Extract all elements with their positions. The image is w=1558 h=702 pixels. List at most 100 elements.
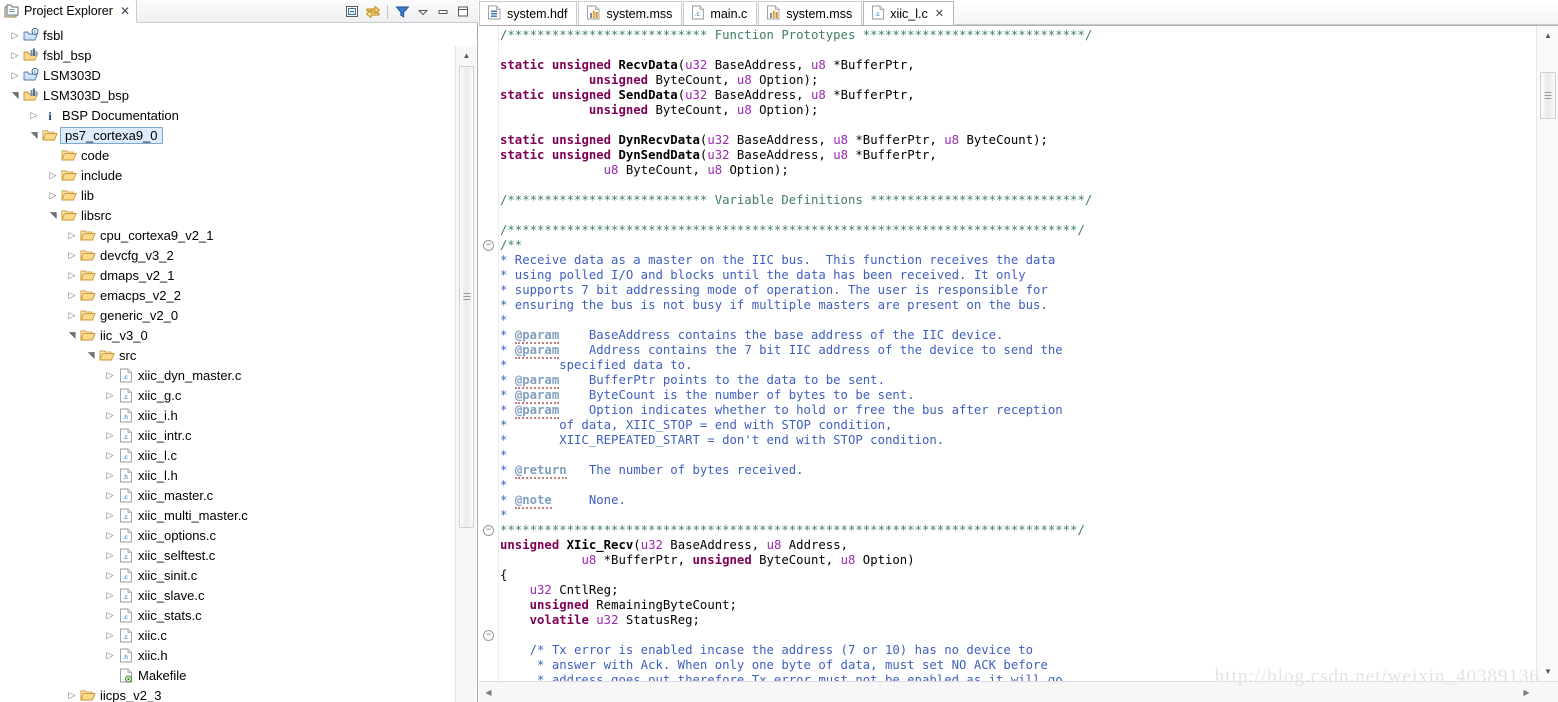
chevron-right-icon[interactable]: ▷: [103, 610, 117, 620]
c-project-icon: c: [22, 28, 39, 42]
c-file-icon: .c: [117, 628, 134, 643]
chevron-down-icon[interactable]: ◢: [86, 348, 96, 362]
chevron-down-icon[interactable]: ◢: [48, 208, 58, 222]
tree-item-include[interactable]: ▷ include: [0, 165, 455, 185]
source-code-text[interactable]: /*************************** Function Pr…: [500, 26, 1536, 681]
chevron-right-icon[interactable]: ▷: [103, 570, 117, 580]
chevron-right-icon[interactable]: ▷: [46, 190, 60, 200]
fold-collapse-icon[interactable]: [483, 630, 494, 641]
close-icon[interactable]: ✕: [935, 7, 944, 20]
editor-vertical-scrollbar[interactable]: ▲ ▼: [1536, 26, 1558, 681]
tree-item-xiic.c[interactable]: ▷ .c xiic.c: [0, 625, 455, 645]
close-icon[interactable]: ✕: [120, 4, 130, 18]
tree-item-fsbl[interactable]: ▷ c fsbl: [0, 25, 455, 45]
filter-icon[interactable]: [393, 2, 412, 21]
tree-item-xiic_l.c[interactable]: ▷ .c xiic_l.c: [0, 445, 455, 465]
tree-item-xiic_g.c[interactable]: ▷ .c xiic_g.c: [0, 385, 455, 405]
chevron-right-icon[interactable]: ▷: [103, 470, 117, 480]
minimize-icon[interactable]: [433, 2, 452, 21]
chevron-right-icon[interactable]: ▷: [65, 690, 79, 700]
h-file-icon: .h: [117, 408, 134, 423]
chevron-down-icon[interactable]: ◢: [67, 328, 77, 342]
editor-scroll-up-arrow[interactable]: ▲: [1537, 26, 1558, 45]
chevron-right-icon[interactable]: ▷: [103, 430, 117, 440]
view-menu-icon[interactable]: [413, 2, 432, 21]
chevron-down-icon[interactable]: ◢: [10, 88, 20, 102]
tree-item-xiic_multi_master.c[interactable]: ▷ .c xiic_multi_master.c: [0, 505, 455, 525]
tree-item-xiic_stats.c[interactable]: ▷ .c xiic_stats.c: [0, 605, 455, 625]
chevron-right-icon[interactable]: ▷: [103, 370, 117, 380]
chevron-right-icon[interactable]: ▷: [103, 450, 117, 460]
tree-item-iic_v3_0[interactable]: ◢ iic_v3_0: [0, 325, 455, 345]
tab-project-explorer[interactable]: Project Explorer ✕: [0, 0, 137, 23]
tree-item-xiic_slave.c[interactable]: ▷ .c xiic_slave.c: [0, 585, 455, 605]
tree-item-src[interactable]: ◢ src: [0, 345, 455, 365]
project-tree[interactable]: ▷ c fsbl ▷ fsbl_bsp ▷ c LSM303D ◢ LSM303D_bsp ▷ i BS…: [0, 23, 455, 702]
collapse-all-icon[interactable]: [343, 2, 362, 21]
fold-collapse-icon[interactable]: [483, 525, 494, 536]
tree-item-xiic_i.h[interactable]: ▷ .h xiic_i.h: [0, 405, 455, 425]
tree-item-emacps_v2_2[interactable]: ▷ emacps_v2_2: [0, 285, 455, 305]
tree-item-dmaps_v2_1[interactable]: ▷ dmaps_v2_1: [0, 265, 455, 285]
chevron-right-icon[interactable]: ▷: [27, 110, 41, 120]
tree-item-libsrc[interactable]: ◢ libsrc: [0, 205, 455, 225]
chevron-right-icon[interactable]: ▷: [103, 490, 117, 500]
chevron-right-icon[interactable]: ▷: [103, 510, 117, 520]
editor-folding-gutter[interactable]: [479, 26, 499, 681]
chevron-right-icon[interactable]: ▷: [8, 70, 22, 80]
tree-item-makefile[interactable]: Makefile: [0, 665, 455, 685]
chevron-right-icon[interactable]: ▷: [65, 290, 79, 300]
editor-tab-main-c[interactable]: .c main.c: [683, 1, 758, 25]
chevron-right-icon[interactable]: ▷: [65, 310, 79, 320]
hscroll-left-arrow[interactable]: ◀: [479, 682, 498, 702]
hscroll-right-arrow[interactable]: ▶: [1517, 682, 1536, 702]
chevron-right-icon[interactable]: ▷: [103, 530, 117, 540]
tree-item-cpu_cortexa9_v2_1[interactable]: ▷ cpu_cortexa9_v2_1: [0, 225, 455, 245]
tree-item-code[interactable]: code: [0, 145, 455, 165]
chevron-right-icon[interactable]: ▷: [8, 50, 22, 60]
editor-tab-system-mss[interactable]: system.mss: [578, 1, 683, 25]
scroll-up-arrow[interactable]: ▲: [456, 46, 477, 65]
tree-item-generic_v2_0[interactable]: ▷ generic_v2_0: [0, 305, 455, 325]
chevron-right-icon[interactable]: ▷: [103, 650, 117, 660]
chevron-right-icon[interactable]: ▷: [65, 270, 79, 280]
tree-item-xiic_master.c[interactable]: ▷ .c xiic_master.c: [0, 485, 455, 505]
chevron-down-icon[interactable]: ◢: [29, 128, 39, 142]
chevron-right-icon[interactable]: ▷: [8, 30, 22, 40]
tree-item-xiic_l.h[interactable]: ▷ .h xiic_l.h: [0, 465, 455, 485]
tree-item-xiic_options.c[interactable]: ▷ .c xiic_options.c: [0, 525, 455, 545]
tree-item-iicps_v2_3[interactable]: ▷ iicps_v2_3: [0, 685, 455, 702]
chevron-right-icon[interactable]: ▷: [65, 250, 79, 260]
tree-item-ps7_cortexa9_0[interactable]: ◢ ps7_cortexa9_0: [0, 125, 455, 145]
editor-tab-xiic_l-c[interactable]: .c xiic_l.c ✕: [863, 1, 954, 25]
tree-item-label: libsrc: [81, 207, 112, 223]
chevron-right-icon[interactable]: ▷: [103, 550, 117, 560]
tree-item-lib[interactable]: ▷ lib: [0, 185, 455, 205]
tree-item-bsp-documentation[interactable]: ▷ i BSP Documentation: [0, 105, 455, 125]
tree-item-xiic_selftest.c[interactable]: ▷ .c xiic_selftest.c: [0, 545, 455, 565]
link-with-editor-icon[interactable]: [363, 2, 382, 21]
tree-item-xiic_intr.c[interactable]: ▷ .c xiic_intr.c: [0, 425, 455, 445]
chevron-right-icon[interactable]: ▷: [46, 170, 60, 180]
tree-item-devcfg_v3_2[interactable]: ▷ devcfg_v3_2: [0, 245, 455, 265]
chevron-right-icon[interactable]: ▷: [103, 590, 117, 600]
tree-item-xiic_dyn_master.c[interactable]: ▷ .c xiic_dyn_master.c: [0, 365, 455, 385]
tree-item-lsm303d[interactable]: ▷ c LSM303D: [0, 65, 455, 85]
explorer-scroll-thumb[interactable]: [459, 66, 474, 528]
editor-tab-system-mss[interactable]: system.mss: [758, 1, 863, 25]
tree-item-fsbl_bsp[interactable]: ▷ fsbl_bsp: [0, 45, 455, 65]
chevron-right-icon[interactable]: ▷: [103, 410, 117, 420]
chevron-right-icon[interactable]: ▷: [103, 390, 117, 400]
maximize-icon[interactable]: [453, 2, 472, 21]
explorer-vertical-scrollbar[interactable]: ▲ ▼: [455, 46, 476, 702]
editor-scroll-down-arrow[interactable]: ▼: [1537, 662, 1558, 681]
fold-collapse-icon[interactable]: [483, 240, 494, 251]
tree-item-xiic.h[interactable]: ▷ .h xiic.h: [0, 645, 455, 665]
editor-horizontal-scrollbar[interactable]: ◀ ▶: [479, 681, 1558, 702]
tree-item-xiic_sinit.c[interactable]: ▷ .c xiic_sinit.c: [0, 565, 455, 585]
chevron-right-icon[interactable]: ▷: [103, 630, 117, 640]
editor-scroll-thumb[interactable]: [1540, 72, 1556, 119]
editor-tab-system-hdf[interactable]: system.hdf: [479, 1, 578, 25]
chevron-right-icon[interactable]: ▷: [65, 230, 79, 240]
tree-item-lsm303d_bsp[interactable]: ◢ LSM303D_bsp: [0, 85, 455, 105]
